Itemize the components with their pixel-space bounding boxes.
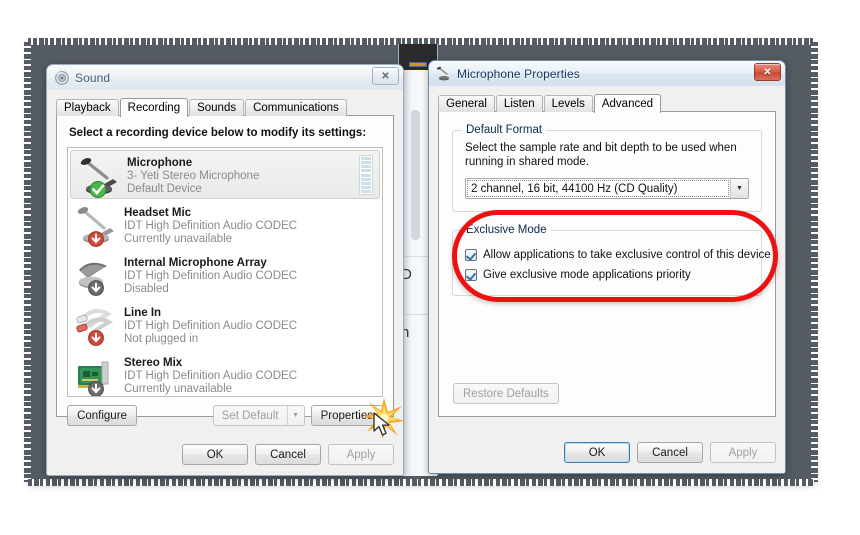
desk-microphone-icon [77, 156, 121, 198]
microphone-array-icon [74, 256, 118, 298]
tab-listen[interactable]: Listen [495, 95, 543, 112]
restore-defaults-wrap: Restore Defaults [453, 383, 559, 404]
tab-levels[interactable]: Levels [543, 95, 593, 112]
exclusive-priority-checkbox-row[interactable]: Give exclusive mode applications priorit… [465, 269, 749, 281]
chevron-down-icon[interactable]: ▼ [286, 406, 304, 425]
list-item[interactable]: Stereo Mix IDT High Definition Audio COD… [68, 351, 382, 396]
device-name: Microphone [127, 157, 193, 169]
desk-microphone-icon [437, 66, 449, 80]
device-status: Currently unavailable [124, 233, 233, 245]
tab-advanced[interactable]: Advanced [593, 94, 662, 113]
device-status: Not plugged in [124, 333, 199, 345]
mic-dialog-footer: OK Cancel Apply [564, 442, 776, 463]
recording-device-list[interactable]: Microphone 3- Yeti Stereo Microphone Def… [67, 147, 383, 397]
default-format-group-title: Default Format [462, 124, 547, 136]
apply-button[interactable]: Apply [328, 444, 394, 465]
background-window-scrollbar[interactable] [411, 110, 420, 240]
tab-general[interactable]: General [438, 95, 495, 112]
sound-dialog-titlebar[interactable]: Sound ✕ [47, 65, 403, 90]
device-driver: IDT High Definition Audio CODEC [124, 370, 297, 382]
list-item[interactable]: Line In IDT High Definition Audio CODEC … [68, 301, 382, 351]
close-icon[interactable]: ✕ [372, 67, 399, 85]
sound-dialog-title: Sound [75, 70, 111, 85]
sound-dialog-footer: OK Cancel Apply [182, 444, 394, 465]
sound-card-icon [74, 356, 118, 396]
list-item[interactable]: Internal Microphone Array IDT High Defin… [68, 251, 382, 301]
list-item-text: Headset Mic IDT High Definition Audio CO… [124, 206, 297, 246]
ok-button[interactable]: OK [182, 444, 248, 465]
checkbox-checked-icon[interactable] [465, 269, 477, 281]
list-item-text: Stereo Mix IDT High Definition Audio COD… [124, 356, 297, 396]
ok-button[interactable]: OK [564, 442, 630, 463]
cancel-button[interactable]: Cancel [255, 444, 321, 465]
list-item[interactable]: Headset Mic IDT High Definition Audio CO… [68, 201, 382, 251]
default-format-group: Default Format Select the sample rate an… [452, 124, 762, 212]
mic-dialog-title: Microphone Properties [457, 66, 580, 81]
device-driver: IDT High Definition Audio CODEC [124, 270, 297, 282]
device-status: Default Device [127, 183, 202, 195]
device-action-button-row: Configure Set Default ▼ Properties [67, 405, 383, 426]
list-item-text: Internal Microphone Array IDT High Defin… [124, 256, 297, 296]
desk-microphone-icon [74, 206, 118, 248]
exclusive-control-label: Allow applications to take exclusive con… [483, 249, 771, 261]
sound-dialog-tabstrip: Playback Recording Sounds Communications [56, 97, 394, 117]
background-window-accent [409, 62, 427, 67]
device-name: Internal Microphone Array [124, 257, 267, 269]
mic-dialog-titlebar[interactable]: Microphone Properties ✕ [429, 61, 785, 86]
recording-tab-panel: Select a recording device below to modif… [56, 115, 394, 426]
backdrop-ragged-left-edge [24, 42, 31, 482]
device-name: Headset Mic [124, 207, 192, 219]
list-item-text: Microphone 3- Yeti Stereo Microphone Def… [127, 156, 259, 196]
default-format-description: Select the sample rate and bit depth to … [465, 142, 737, 168]
speaker-icon [55, 70, 69, 85]
properties-button[interactable]: Properties [310, 405, 383, 426]
exclusive-mode-group: Exclusive Mode Allow applications to tak… [452, 224, 771, 296]
device-name: Stereo Mix [124, 357, 183, 369]
default-format-select[interactable]: 2 channel, 16 bit, 44100 Hz (CD Quality)… [465, 178, 749, 199]
configure-button[interactable]: Configure [67, 405, 137, 426]
tab-playback[interactable]: Playback [56, 99, 119, 116]
rca-cable-icon [74, 306, 118, 348]
device-status: Currently unavailable [124, 383, 233, 395]
device-driver: IDT High Definition Audio CODEC [124, 220, 297, 232]
mic-dialog-body: General Listen Levels Advanced Default F… [429, 86, 785, 473]
checkbox-checked-icon[interactable] [465, 249, 477, 261]
tab-communications[interactable]: Communications [245, 99, 347, 116]
device-driver: IDT High Definition Audio CODEC [124, 320, 297, 332]
sound-dialog[interactable]: Sound ✕ Playback Recording Sounds Commun… [46, 64, 404, 476]
microphone-properties-dialog[interactable]: Microphone Properties ✕ General Listen L… [428, 60, 786, 474]
level-meter [359, 155, 373, 195]
device-status: Disabled [124, 283, 169, 295]
device-name: Line In [124, 307, 162, 319]
tab-recording[interactable]: Recording [119, 98, 189, 117]
close-icon[interactable]: ✕ [754, 63, 781, 81]
advanced-tab-panel: Default Format Select the sample rate an… [438, 111, 776, 417]
chevron-down-icon[interactable]: ▼ [730, 179, 748, 198]
sound-dialog-body: Playback Recording Sounds Communications… [47, 90, 403, 475]
exclusive-mode-group-title: Exclusive Mode [462, 224, 551, 236]
tab-sounds[interactable]: Sounds [189, 99, 245, 116]
set-default-split-button[interactable]: Set Default ▼ [212, 405, 305, 426]
apply-button[interactable]: Apply [710, 442, 776, 463]
list-item-text: Line In IDT High Definition Audio CODEC … [124, 306, 297, 346]
recording-prompt: Select a recording device below to modif… [69, 127, 367, 139]
exclusive-control-checkbox-row[interactable]: Allow applications to take exclusive con… [465, 249, 771, 261]
default-format-selected-value: 2 channel, 16 bit, 44100 Hz (CD Quality) [466, 179, 730, 198]
backdrop-ragged-right-edge [811, 42, 818, 482]
restore-defaults-button[interactable]: Restore Defaults [453, 383, 559, 404]
set-default-label: Set Default [221, 409, 279, 422]
device-driver: 3- Yeti Stereo Microphone [127, 170, 260, 182]
mic-dialog-tabstrip: General Listen Levels Advanced [438, 93, 776, 113]
exclusive-priority-label: Give exclusive mode applications priorit… [483, 269, 691, 281]
cancel-button[interactable]: Cancel [637, 442, 703, 463]
list-item[interactable]: Microphone 3- Yeti Stereo Microphone Def… [70, 150, 380, 199]
